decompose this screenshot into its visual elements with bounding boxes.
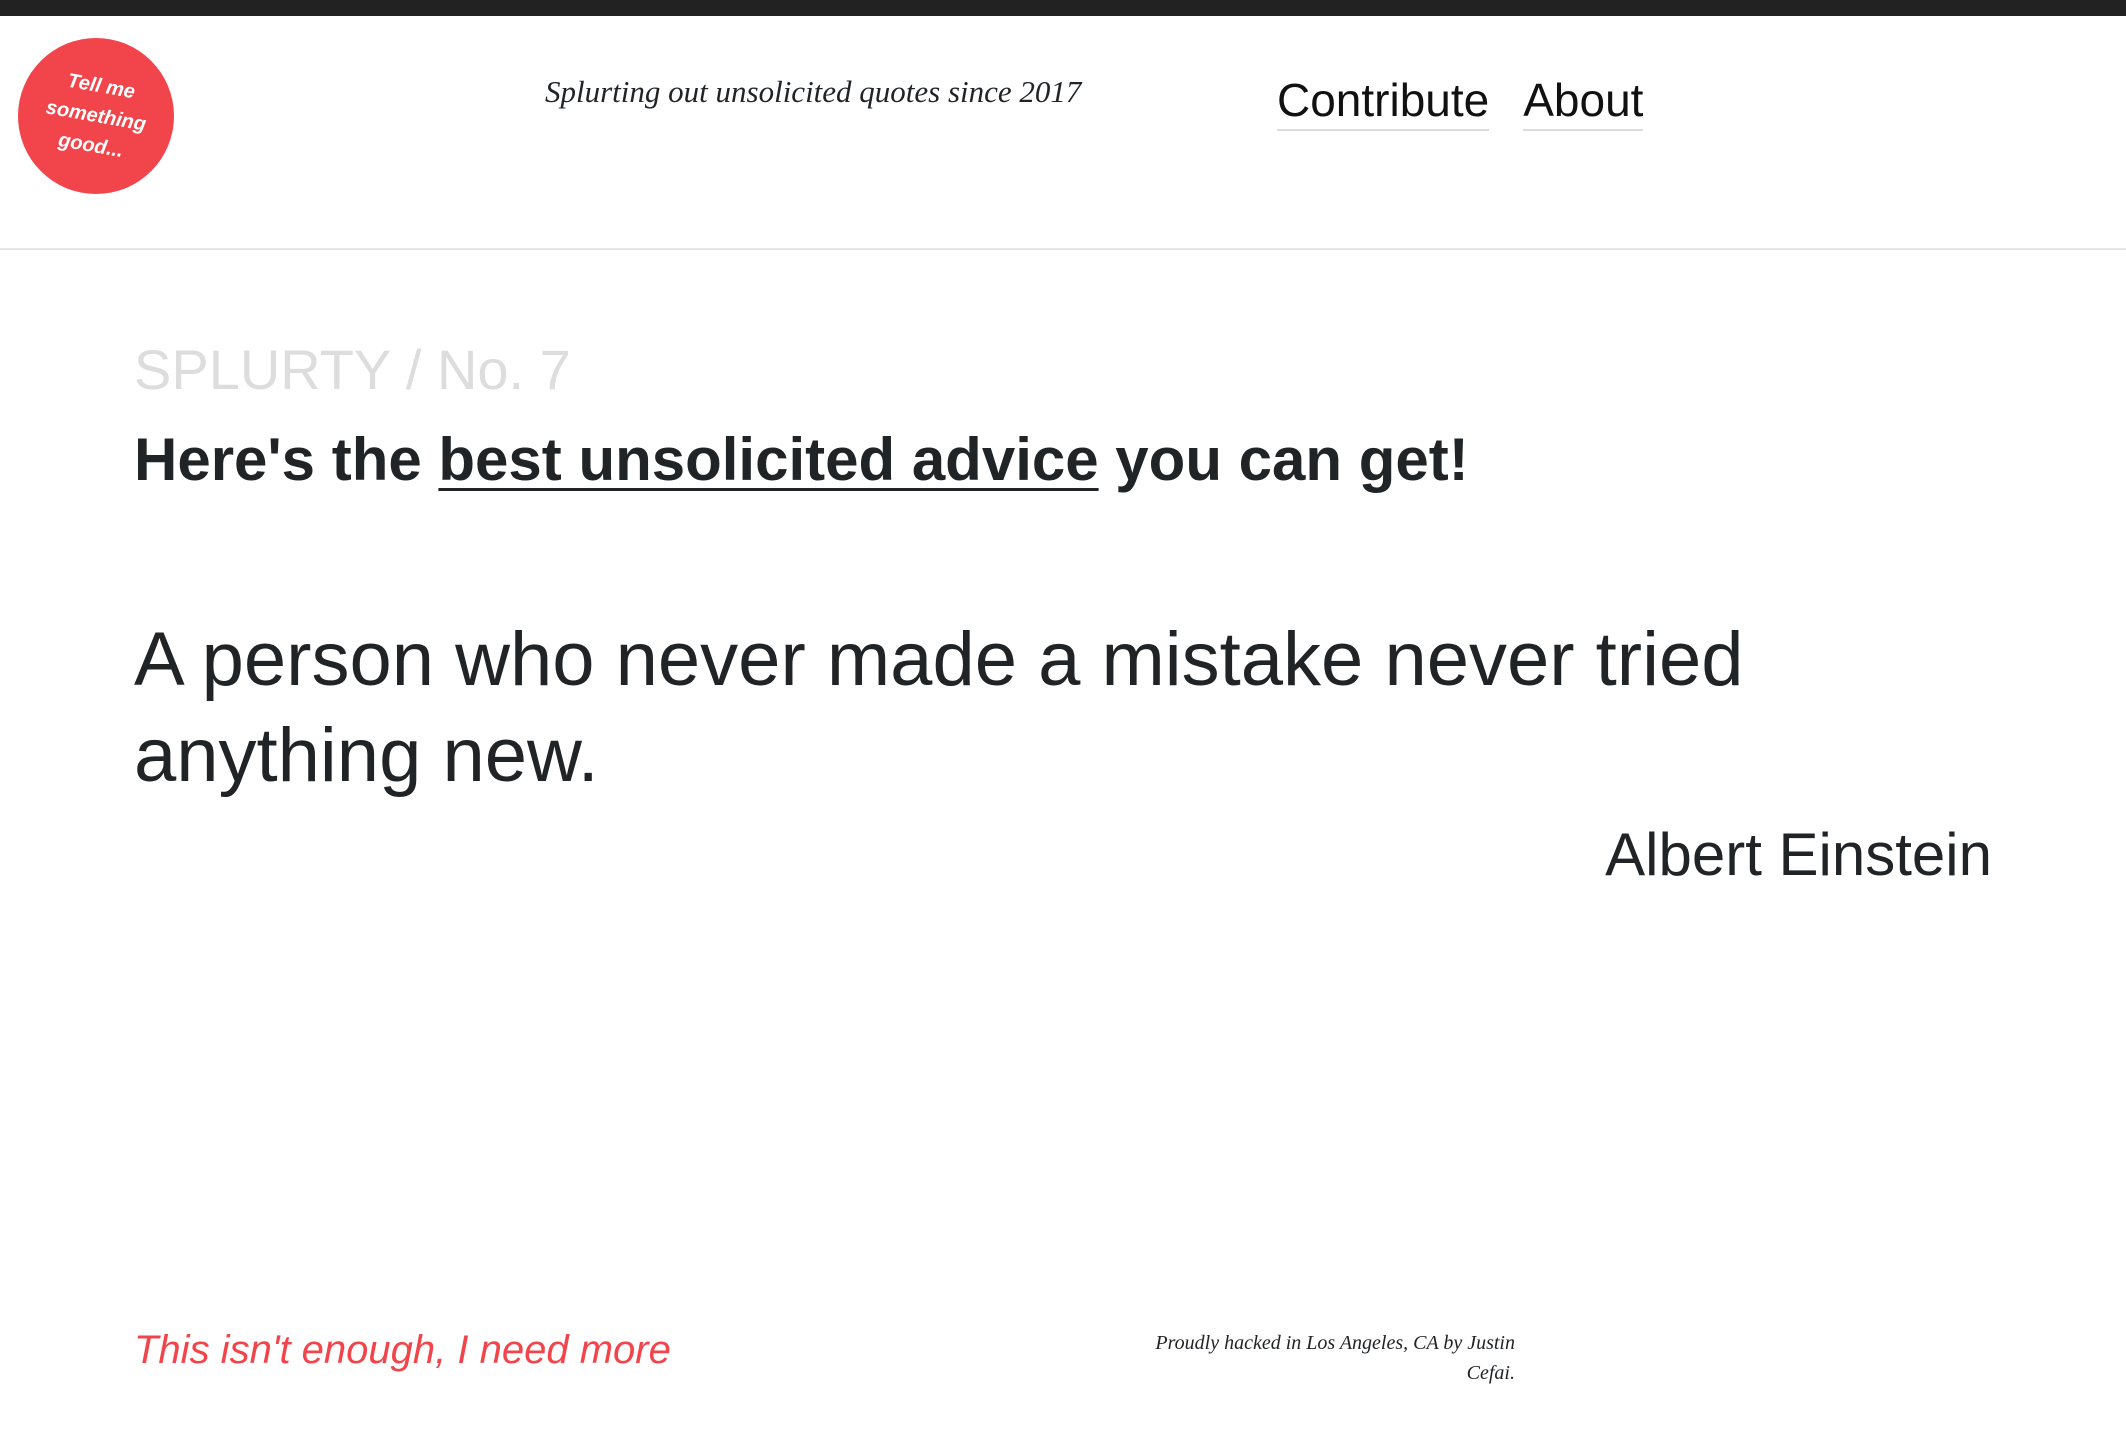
- site-header: Tell me something good... Splurting out …: [0, 16, 2126, 250]
- issue-number: SPLURTY / No. 7: [134, 338, 571, 401]
- logo-line-3: good...: [56, 129, 125, 163]
- nav-contribute-link[interactable]: Contribute: [1277, 74, 1490, 131]
- quote-author: Albert Einstein: [1605, 821, 1992, 888]
- intro-section: SPLURTY / No. 7 Here's the best unsolici…: [134, 330, 1994, 500]
- quote-text: A person who never made a mistake never …: [134, 617, 1744, 798]
- main-nav: Contribute About: [1277, 74, 1644, 131]
- page-headline: Here's the best unsolicited advice you c…: [134, 420, 1994, 500]
- best-advice-link[interactable]: best unsolicited advice: [438, 426, 1098, 493]
- headline-suffix: you can get!: [1098, 426, 1469, 493]
- top-bar: [0, 0, 2126, 16]
- logo-text: Tell me something good...: [24, 60, 168, 171]
- footer-credit: Proudly hacked in Los Angeles, CA by Jus…: [1155, 1332, 1515, 1384]
- nav-about-link[interactable]: About: [1523, 74, 1644, 131]
- headline-prefix: Here's the: [134, 426, 439, 493]
- logo-badge[interactable]: Tell me something good...: [18, 38, 174, 194]
- more-quotes-link[interactable]: This isn't enough, I need more: [134, 1328, 671, 1373]
- logo-line-1: Tell me: [65, 69, 137, 104]
- site-tagline: Splurting out unsolicited quotes since 2…: [545, 74, 1082, 109]
